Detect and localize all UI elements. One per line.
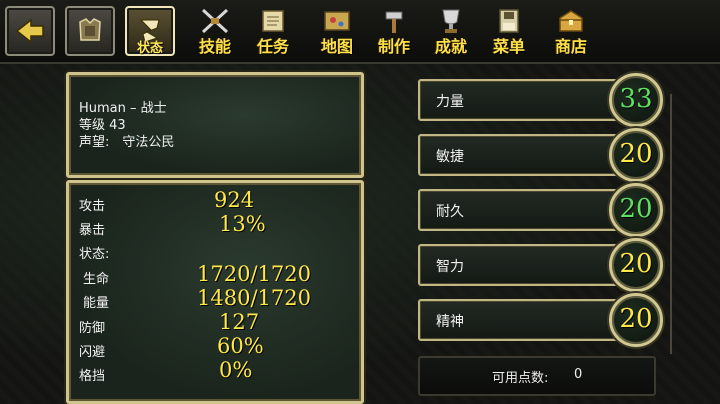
armor-icon (79, 18, 101, 41)
stat-label-crit: 暴击 (79, 223, 106, 238)
stat-label-block: 格挡 (79, 369, 106, 384)
status-tab-label: 状态 (136, 41, 163, 56)
stat-value-hp: 1720/1720 (197, 262, 311, 286)
tab-menu[interactable]: 菜单 (481, 6, 537, 58)
floppy-disk-icon (499, 9, 519, 33)
character-info-panel: Human – 战士 等级 43 声望: 守法公民 (66, 72, 364, 178)
stat-label-dodge: 闪避 (79, 345, 106, 360)
attribute-value-agility[interactable]: 20 (609, 128, 663, 182)
stats-panel: 攻击 924 暴击 13% 状态: 生命 1720/1720 能量 1480/1… (66, 180, 364, 404)
stat-label-hp: 生命 (83, 272, 110, 287)
inventory-button[interactable] (65, 6, 115, 56)
treasure-chest-icon (559, 10, 583, 32)
stat-value-attack: 924 (214, 188, 255, 212)
level-text: 等级 43 (79, 118, 126, 133)
tab-skills[interactable]: 技能 (187, 6, 243, 58)
race-class-text: Human – 战士 (79, 101, 167, 116)
stat-label-attack: 攻击 (79, 199, 106, 214)
tab-map[interactable]: 地图 (309, 6, 365, 58)
attribute-label-strength: 力量 (436, 94, 464, 110)
attribute-value-stamina[interactable]: 20 (609, 183, 663, 237)
attribute-value-strength[interactable]: 33 (609, 73, 663, 127)
tab-shop[interactable]: 商店 (543, 6, 599, 58)
tab-map-label: 地图 (320, 37, 353, 56)
stat-value-dodge: 60% (217, 334, 264, 358)
stat-label-energy: 能量 (83, 296, 110, 311)
reputation-text: 声望: 守法公民 (79, 135, 175, 150)
attribute-label-intellect: 智力 (436, 259, 464, 275)
attribute-value-spirit[interactable]: 20 (609, 293, 663, 347)
back-arrow-icon (15, 18, 44, 44)
trophy-icon (442, 9, 460, 33)
tab-shop-label: 商店 (554, 37, 587, 56)
top-nav-bar: 状态 技能 任务 地图 制作 成就 菜单 商店 (0, 0, 720, 64)
tab-quests-label: 任务 (256, 37, 289, 56)
back-button[interactable] (5, 6, 55, 56)
tab-craft-label: 制作 (377, 37, 410, 56)
available-points-bar: 可用点数: 0 (418, 356, 656, 396)
tab-achievements[interactable]: 成就 (423, 6, 479, 58)
stat-label-defense: 防御 (79, 321, 106, 336)
attribute-label-stamina: 耐久 (436, 204, 464, 220)
attribute-label-agility: 敏捷 (436, 149, 464, 165)
stat-value-defense: 127 (219, 310, 260, 334)
tab-achievements-label: 成就 (434, 37, 467, 56)
stat-value-block: 0% (219, 358, 253, 382)
status-tab[interactable]: 状态 (125, 6, 175, 56)
available-points-value: 0 (574, 367, 583, 382)
attribute-value-intellect[interactable]: 20 (609, 238, 663, 292)
tab-skills-label: 技能 (198, 37, 231, 56)
map-icon (324, 11, 350, 31)
available-points-label: 可用点数: (492, 371, 549, 386)
tab-quests[interactable]: 任务 (245, 6, 301, 58)
tab-craft[interactable]: 制作 (366, 6, 422, 58)
scroll-icon (262, 10, 284, 32)
stat-value-energy: 1480/1720 (197, 286, 311, 310)
tab-menu-label: 菜单 (492, 37, 525, 56)
crossed-swords-icon (201, 8, 229, 34)
attribute-label-spirit: 精神 (436, 314, 464, 330)
stat-value-crit: 13% (219, 212, 266, 236)
stat-label-status: 状态: (79, 247, 110, 262)
hammer-icon (385, 11, 403, 33)
